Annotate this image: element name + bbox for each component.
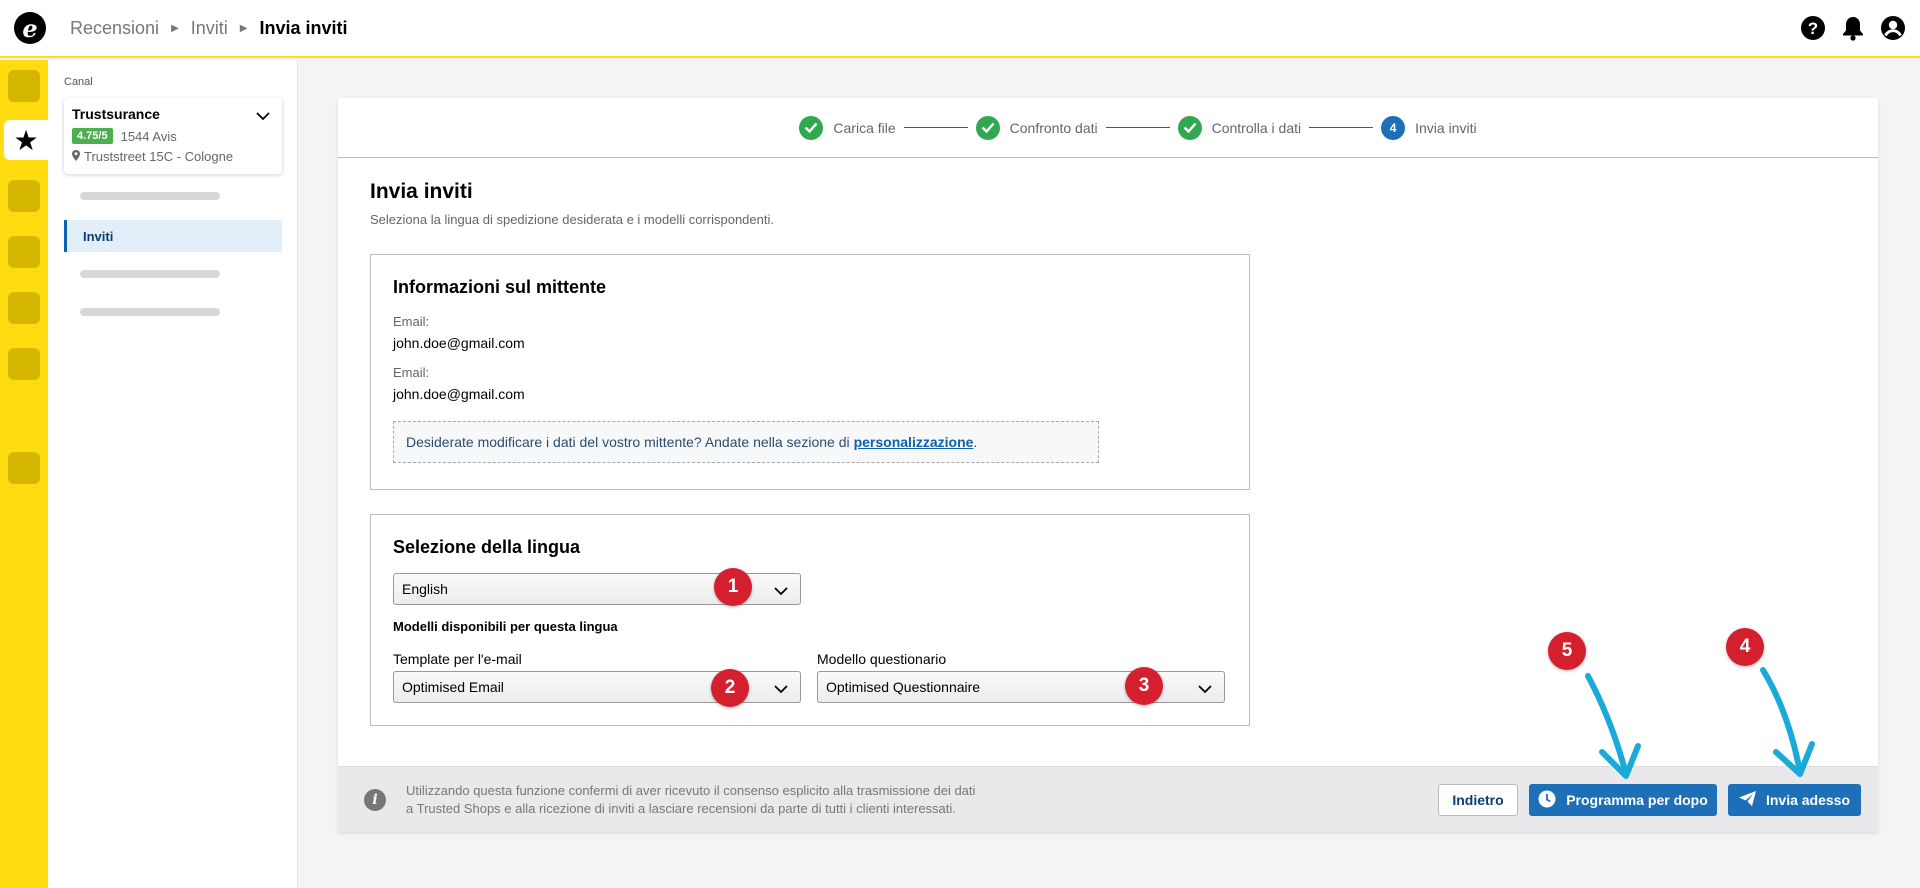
stepper: Carica file Confronto dati Controlla i d… xyxy=(338,98,1878,158)
svg-text:?: ? xyxy=(1808,19,1818,38)
bell-icon[interactable] xyxy=(1840,15,1866,41)
wizard-footer: i Utilizzando questa funzione confermi d… xyxy=(338,766,1878,832)
nav-placeholder[interactable] xyxy=(80,270,220,278)
email-template-label: Template per l'e-mail xyxy=(393,651,522,667)
schedule-later-button[interactable]: Programma per dopo xyxy=(1529,784,1717,816)
shop-address: Truststreet 15C - Cologne xyxy=(84,149,234,164)
rail-item-icon[interactable] xyxy=(8,180,40,212)
send-now-button[interactable]: Invia adesso xyxy=(1728,784,1861,816)
back-button[interactable]: Indietro xyxy=(1438,784,1518,816)
email-label: Email: xyxy=(393,365,430,380)
chevron-down-icon[interactable] xyxy=(256,108,270,126)
shop-name: Trustsurance xyxy=(72,106,160,122)
step-confronto-dati: Confronto dati xyxy=(975,115,1098,140)
info-icon: i xyxy=(364,788,386,811)
breadcrumb-item-current: Invia inviti xyxy=(259,17,348,38)
paper-plane-icon xyxy=(1738,791,1756,809)
step-connector xyxy=(1309,127,1374,128)
nav-placeholder[interactable] xyxy=(80,192,220,200)
sidebar: Canal Trustsurance 4.75/5 1544 Avis Trus… xyxy=(48,60,298,888)
consent-notice: Utilizzando questa funzione confermi di … xyxy=(406,782,976,816)
sender-info-panel: Informazioni sul mittente Email: john.do… xyxy=(370,254,1250,490)
clock-icon xyxy=(1538,790,1556,811)
chevron-down-icon xyxy=(774,681,788,697)
personalizzazione-link[interactable]: personalizzazione xyxy=(854,434,974,450)
step-carica-file: Carica file xyxy=(799,115,896,140)
check-icon xyxy=(975,115,1000,140)
invite-wizard: Carica file Confronto dati Controlla i d… xyxy=(338,98,1878,832)
user-icon[interactable] xyxy=(1880,15,1906,41)
app-rail: ★ xyxy=(0,60,48,888)
trusted-shops-logo[interactable]: e xyxy=(14,12,46,44)
questionnaire-select[interactable]: Optimised Questionnaire xyxy=(817,671,1225,703)
review-count: 1544 Avis xyxy=(120,128,177,144)
sender-notice: Desiderate modificare i dati del vostro … xyxy=(393,421,1099,463)
page-title: Invia inviti xyxy=(370,180,473,203)
breadcrumb-separator-icon: ▶ xyxy=(239,22,248,34)
breadcrumb-separator-icon: ▶ xyxy=(171,22,179,34)
annotation-marker-2: 2 xyxy=(711,669,749,707)
rail-item-icon[interactable] xyxy=(8,236,40,268)
rail-item-icon[interactable] xyxy=(8,70,40,102)
annotation-marker-4: 4 xyxy=(1726,628,1764,666)
breadcrumb: Recensioni ▶ Inviti ▶ Invia inviti xyxy=(70,18,348,39)
questionnaire-label: Modello questionario xyxy=(817,651,947,667)
step-controlla-dati: Controlla i dati xyxy=(1177,115,1301,140)
rail-item-icon[interactable] xyxy=(8,452,40,484)
location-pin-icon xyxy=(72,149,80,164)
chevron-down-icon xyxy=(774,583,788,599)
rail-item-icon[interactable] xyxy=(8,348,40,380)
check-icon xyxy=(1177,115,1202,140)
annotation-marker-3: 3 xyxy=(1125,667,1163,705)
sidebar-item-inviti[interactable]: Inviti xyxy=(64,220,282,252)
language-panel: Selezione della lingua English Modelli d… xyxy=(370,514,1250,726)
annotation-marker-1: 1 xyxy=(714,568,752,606)
step-invia-inviti: 4 Invia inviti xyxy=(1381,115,1477,140)
chevron-down-icon xyxy=(1198,681,1212,697)
rating-badge: 4.75/5 xyxy=(72,128,113,144)
language-title: Selezione della lingua xyxy=(393,537,581,557)
page-subtitle: Seleziona la lingua di spedizione deside… xyxy=(370,212,774,227)
check-icon xyxy=(799,115,824,140)
step-connector xyxy=(903,127,968,128)
annotation-marker-5: 5 xyxy=(1548,632,1586,670)
canal-label: Canal xyxy=(64,76,93,88)
top-bar: e Recensioni ▶ Inviti ▶ Invia inviti ? xyxy=(0,0,1920,58)
email-label: Email: xyxy=(393,314,430,329)
nav-placeholder[interactable] xyxy=(80,308,220,316)
star-icon[interactable]: ★ xyxy=(4,120,48,160)
step-number-badge: 4 xyxy=(1381,115,1406,140)
sender-title: Informazioni sul mittente xyxy=(393,277,607,297)
email-value: john.doe@gmail.com xyxy=(393,386,525,402)
templates-heading: Modelli disponibili per questa lingua xyxy=(393,619,618,634)
rail-item-icon[interactable] xyxy=(8,292,40,324)
email-value: john.doe@gmail.com xyxy=(393,335,525,351)
breadcrumb-item-recensioni[interactable]: Recensioni xyxy=(70,18,159,39)
breadcrumb-item-inviti[interactable]: Inviti xyxy=(191,18,228,39)
step-connector xyxy=(1105,127,1170,128)
shop-selector[interactable]: Trustsurance 4.75/5 1544 Avis Truststree… xyxy=(64,98,282,174)
help-icon[interactable]: ? xyxy=(1800,15,1826,41)
